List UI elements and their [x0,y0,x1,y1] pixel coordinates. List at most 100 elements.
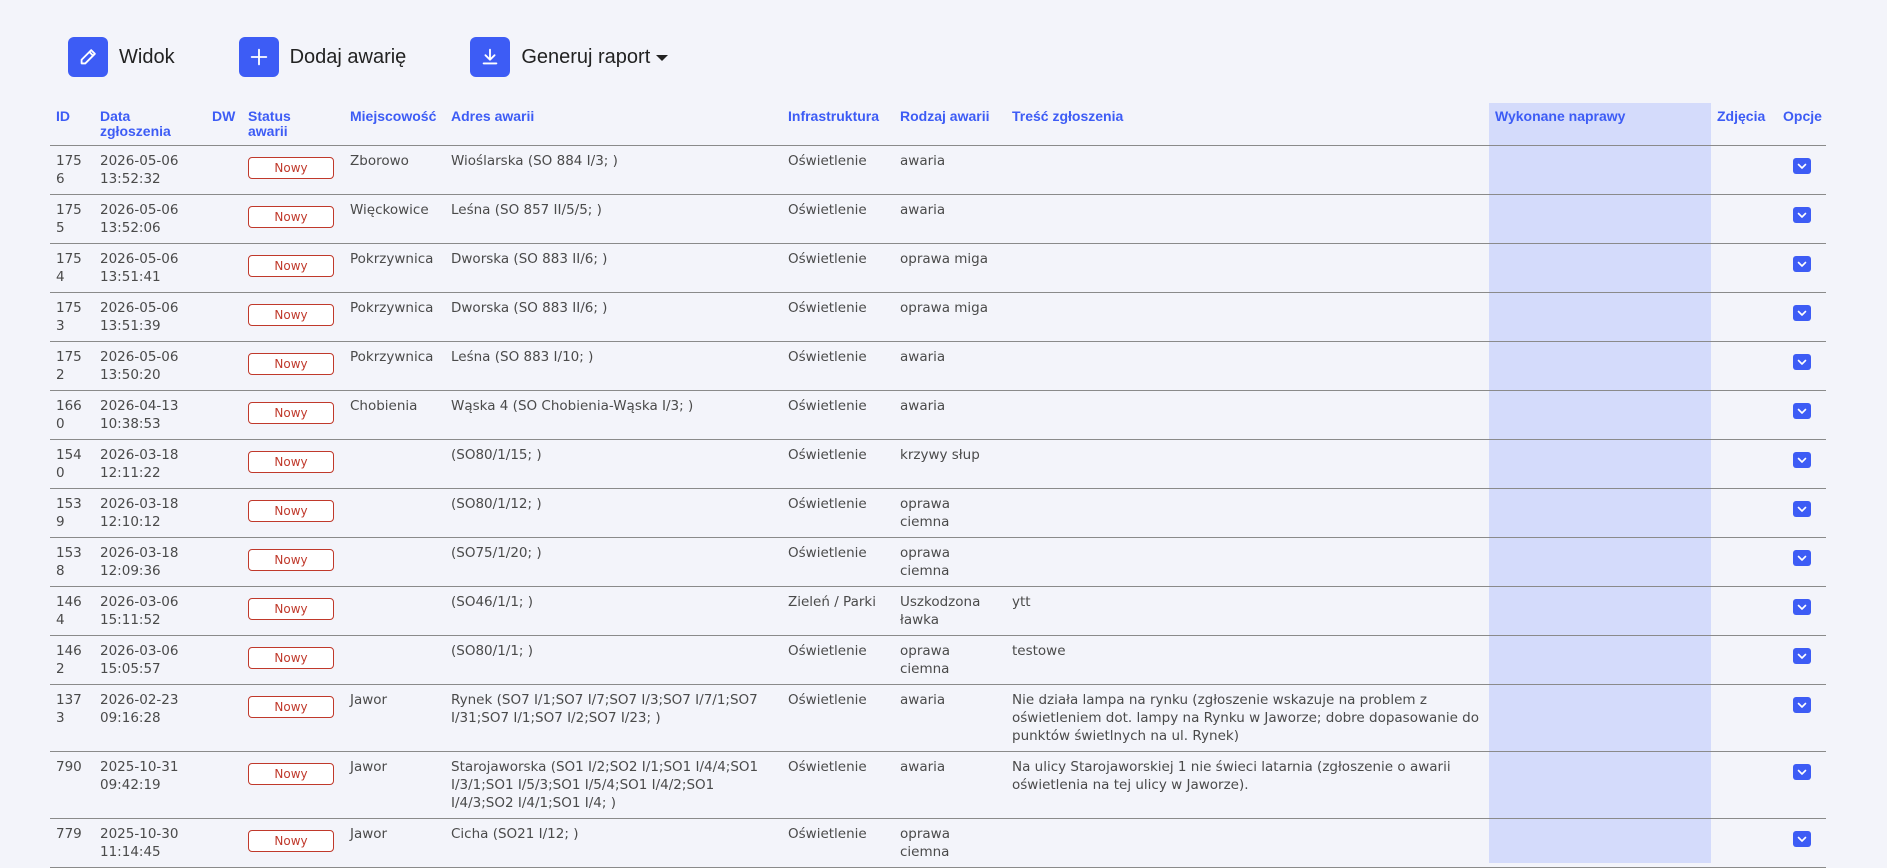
cell-dw [206,390,242,440]
cell-date-day: 2026-03-18 [100,496,179,512]
table-row[interactable]: 1756 2026-05-06 13:52:32 Nowy Zborowo Wioślar… [50,145,1826,195]
row-options-button[interactable] [1792,403,1811,419]
table-row[interactable]: 1538 2026-03-18 12:09:36 Nowy (SO75/1/20; ) O… [50,537,1826,587]
row-options-button[interactable] [1792,305,1811,321]
col-header-report-content[interactable]: Treść zgłoszenia [1006,103,1489,146]
cell-options [1777,292,1826,342]
cell-date: 2026-05-06 13:50:20 [94,341,206,391]
cell-infrastructure: Oświetlenie [782,439,894,489]
status-badge: Nowy [248,157,334,179]
table-row[interactable]: 1464 2026-03-06 15:11:52 Nowy (SO46/1/1; ) Zi… [50,586,1826,636]
col-header-date[interactable]: Data zgłoszenia [94,103,206,146]
cell-date-time: 15:11:52 [100,612,161,628]
cell-dw [206,292,242,342]
cell-date-time: 09:16:28 [100,710,161,726]
table-row[interactable]: 1754 2026-05-06 13:51:41 Nowy Pokrzywnica Dwo… [50,243,1826,293]
generate-report-button[interactable]: Generuj raport [470,37,669,77]
cell-infrastructure: Oświetlenie [782,751,894,819]
cell-date-time: 10:38:53 [100,416,161,432]
cell-date-day: 2026-03-18 [100,447,179,463]
cell-photos [1711,586,1777,636]
cell-status: Nowy [242,586,344,636]
cell-options [1777,818,1826,868]
cell-report-content: Na ulicy Starojaworskiej 1 nie świeci la… [1006,751,1489,819]
table-row[interactable]: 1755 2026-05-06 13:52:06 Nowy Więckowice Leśn… [50,194,1826,244]
view-button[interactable]: Widok [68,37,175,77]
chevron-down-icon [656,55,669,61]
cell-town: Jawor [344,818,445,868]
cell-date-day: 2026-05-06 [100,202,179,218]
cell-date: 2026-05-06 13:52:32 [94,145,206,195]
table-row[interactable]: 790 2025-10-31 09:42:19 Nowy Jawor Starojawor… [50,751,1826,819]
cell-options [1777,145,1826,195]
cell-infrastructure: Oświetlenie [782,684,894,752]
cell-id: 1753 [50,292,94,342]
chevron-down-icon [1797,506,1806,512]
table-row[interactable]: 1752 2026-05-06 13:50:20 Nowy Pokrzywnica Leś… [50,341,1826,391]
row-options-button[interactable] [1792,831,1811,847]
row-options-button[interactable] [1792,207,1811,223]
row-options-button[interactable] [1792,354,1811,370]
col-header-infrastructure[interactable]: Infrastruktura [782,103,894,146]
cell-date: 2026-03-06 15:11:52 [94,586,206,636]
cell-town: Pokrzywnica [344,292,445,342]
add-failure-button[interactable]: Dodaj awarię [238,37,406,77]
table-row[interactable]: 1462 2026-03-06 15:05:57 Nowy (SO80/1/1; ) Oś… [50,635,1826,685]
cell-date-day: 2025-10-31 [100,759,179,775]
col-header-town[interactable]: Miejscowość [344,103,445,146]
cell-options [1777,586,1826,636]
cell-date-time: 13:52:06 [100,220,161,236]
cell-dw [206,145,242,195]
cell-failure-type: awaria [894,684,1006,752]
chevron-down-icon [1797,408,1806,414]
row-options-button[interactable] [1792,550,1811,566]
table-row[interactable]: 779 2025-10-30 11:14:45 Nowy Jawor Cicha (SO2… [50,818,1826,868]
cell-repairs [1489,390,1711,440]
cell-photos [1711,243,1777,293]
cell-infrastructure: Oświetlenie [782,145,894,195]
cell-failure-type: awaria [894,145,1006,195]
cell-address: Dworska (SO 883 II/6; ) [445,292,782,342]
cell-status: Nowy [242,488,344,538]
table-row[interactable]: 1539 2026-03-18 12:10:12 Nowy (SO80/1/12; ) O… [50,488,1826,538]
cell-status: Nowy [242,341,344,391]
cell-date: 2026-03-18 12:09:36 [94,537,206,587]
col-header-id[interactable]: ID [50,103,94,146]
chevron-down-icon [1797,359,1806,365]
cell-date-day: 2026-02-23 [100,692,179,708]
col-header-status[interactable]: Status awarii [242,103,344,146]
col-header-address[interactable]: Adres awarii [445,103,782,146]
row-options-button[interactable] [1792,764,1811,780]
col-header-photos[interactable]: Zdjęcia [1711,103,1777,146]
cell-address: Leśna (SO 883 I/10; ) [445,341,782,391]
row-options-button[interactable] [1792,501,1811,517]
table-row[interactable]: 1753 2026-05-06 13:51:39 Nowy Pokrzywnica Dwo… [50,292,1826,342]
cell-photos [1711,751,1777,819]
cell-options [1777,751,1826,819]
cell-town: Jawor [344,684,445,752]
cell-photos [1711,341,1777,391]
col-header-failure-type[interactable]: Rodzaj awarii [894,103,1006,146]
row-options-button[interactable] [1792,256,1811,272]
row-options-button[interactable] [1792,452,1811,468]
table-row[interactable]: 1660 2026-04-13 10:38:53 Nowy Chobienia Wąska… [50,390,1826,440]
cell-date-time: 12:09:36 [100,563,161,579]
row-options-button[interactable] [1792,648,1811,664]
cell-date-day: 2026-05-06 [100,300,179,316]
col-header-repairs[interactable]: Wykonane naprawy [1489,103,1711,146]
status-badge: Nowy [248,830,334,852]
status-badge: Nowy [248,549,334,571]
cell-dw [206,243,242,293]
cell-date-time: 12:11:22 [100,465,161,481]
table-row[interactable]: 1373 2026-02-23 09:16:28 Nowy Jawor Rynek (SO… [50,684,1826,752]
col-header-dw[interactable]: DW [206,103,242,146]
cell-failure-type: oprawa ciemna [894,818,1006,868]
row-options-button[interactable] [1792,697,1811,713]
cell-date-time: 12:10:12 [100,514,161,530]
row-options-button[interactable] [1792,158,1811,174]
cell-date-time: 15:05:57 [100,661,161,677]
row-options-button[interactable] [1792,599,1811,615]
cell-date: 2026-02-23 09:16:28 [94,684,206,752]
cell-infrastructure: Oświetlenie [782,488,894,538]
table-row[interactable]: 1540 2026-03-18 12:11:22 Nowy (SO80/1/15; ) O… [50,439,1826,489]
